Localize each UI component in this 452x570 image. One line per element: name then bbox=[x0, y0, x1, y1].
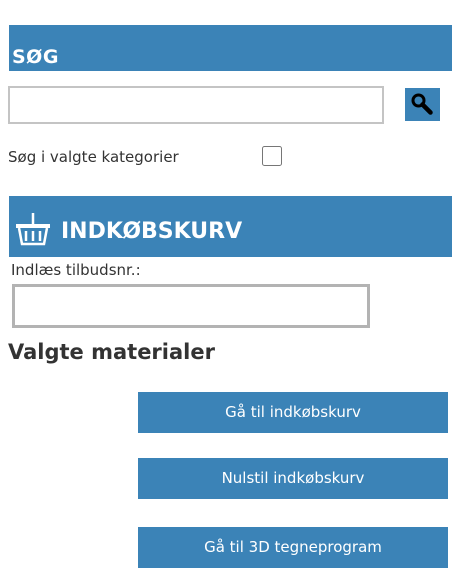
search-section-title: SØG bbox=[12, 46, 59, 68]
selected-materials-heading: Valgte materialer bbox=[8, 340, 215, 364]
search-icon bbox=[411, 93, 433, 115]
shopping-basket-icon bbox=[16, 213, 50, 246]
reset-cart-button[interactable]: Nulstil indkøbskurv bbox=[138, 458, 448, 499]
side-panel: SØG Søg i valgte kategorier INDKØBSKURV … bbox=[0, 0, 452, 570]
category-filter-checkbox[interactable] bbox=[262, 146, 282, 166]
cart-section-title: INDKØBSKURV bbox=[61, 219, 243, 244]
search-input[interactable] bbox=[8, 86, 384, 124]
goto-3d-program-button[interactable]: Gå til 3D tegneprogram bbox=[138, 527, 448, 568]
cart-section-header: INDKØBSKURV bbox=[9, 196, 452, 257]
category-filter-label: Søg i valgte kategorier bbox=[8, 148, 179, 166]
search-button[interactable] bbox=[405, 88, 440, 121]
search-section-header: SØG bbox=[9, 25, 452, 71]
offer-number-input[interactable] bbox=[12, 284, 370, 328]
goto-cart-button[interactable]: Gå til indkøbskurv bbox=[138, 392, 448, 433]
offer-number-label: Indlæs tilbudsnr.: bbox=[11, 261, 141, 279]
